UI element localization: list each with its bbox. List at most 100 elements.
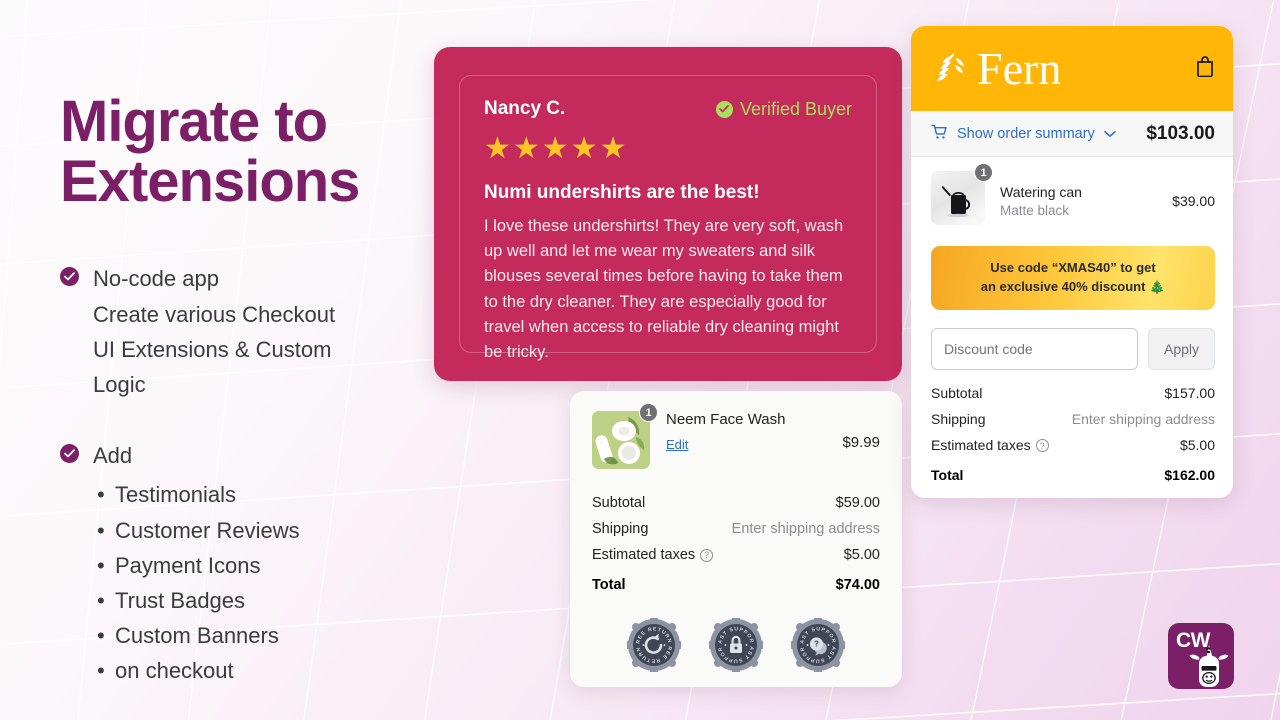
feature-item-add: Add Testimonials Customer Reviews Paymen…	[60, 438, 440, 689]
summary-label: Shipping	[931, 410, 986, 427]
apply-button[interactable]: Apply	[1148, 327, 1215, 370]
headline-line-2: Extensions	[60, 148, 360, 214]
testimonial-card: Nancy C. Verified Buyer ★★★★★ Numi under…	[434, 47, 902, 381]
total-value: $162.00	[1164, 466, 1215, 483]
show-order-summary-toggle[interactable]: Show order summary	[931, 124, 1116, 144]
left-content-column: Migrate to Extensions No-code app Create…	[60, 92, 440, 689]
summary-value: $59.00	[835, 495, 880, 511]
feature-1-line-3: UI Extensions & Custom	[93, 336, 332, 362]
summary-label: Estimated taxes	[592, 547, 696, 563]
testimonial-header: Nancy C. Verified Buyer	[484, 98, 852, 120]
product-info: Watering can Matte black	[1000, 184, 1157, 218]
check-circle-icon	[60, 267, 79, 287]
info-icon[interactable]: ?	[1035, 439, 1049, 453]
summary-label: Subtotal	[592, 495, 646, 511]
trust-badges-row: FREE RETURNS FREE RETURNS	[592, 614, 880, 675]
reviewer-name: Nancy C.	[484, 98, 566, 119]
feature-item-no-code-app: No-code app Create various Checkout UI E…	[60, 261, 440, 402]
cart-line-item: 1 Watering can Matte black $39.00	[931, 163, 1215, 230]
product-variant: Matte black	[1000, 202, 1070, 218]
check-circle-icon	[715, 100, 733, 118]
feature-2-text: Add Testimonials Customer Reviews Paymen…	[93, 438, 300, 689]
checkout-summary-card-neem: 1 Neem Face Wash Edit $9.99 Subtotal $59…	[570, 391, 902, 687]
feature-1-line-1: No-code app	[93, 266, 219, 292]
brand-logo[interactable]: Fern	[933, 42, 1062, 94]
summary-row-subtotal: Subtotal $59.00	[592, 490, 880, 516]
product-thumbnail-wrap: 1	[931, 163, 993, 230]
cw-logo: CW	[1168, 623, 1234, 689]
shopping-bag-icon[interactable]	[1195, 55, 1215, 82]
promo-banner: Use code “XMAS40” to get an exclusive 40…	[931, 246, 1215, 310]
status-badge: Verified Buyer	[715, 98, 852, 120]
fern-header: Fern	[911, 26, 1233, 111]
summary-row-taxes: Estimated taxes? $5.00	[592, 542, 880, 568]
summary-value: $157.00	[1164, 384, 1215, 401]
product-price: $9.99	[842, 434, 880, 451]
list-item-continuation: on checkout	[93, 653, 300, 688]
trust-badge-fast-support-chat: FAST SUPPORT FAST SUPPORT ?	[788, 614, 848, 675]
cart-icon	[931, 124, 948, 144]
info-icon[interactable]: ?	[700, 548, 714, 562]
discount-code-input[interactable]	[931, 327, 1138, 370]
fern-body: 1 Watering can Matte black $39.00 Use co…	[911, 157, 1233, 498]
chevron-down-icon	[1103, 126, 1116, 142]
order-total-amount: $103.00	[1146, 122, 1215, 144]
total-label: Total	[592, 577, 626, 593]
brand-name: Fern	[977, 42, 1062, 94]
fern-checkout-panel: Fern Show order summary $103.00 1 Wateri…	[911, 26, 1233, 498]
verified-buyer-label: Verified Buyer	[739, 98, 852, 119]
feature-2-sublist: Testimonials Customer Reviews Payment Ic…	[93, 477, 300, 688]
cart-line-item: 1 Neem Face Wash Edit $9.99	[592, 403, 880, 474]
promo-line-2: an exclusive 40% discount 🎄	[980, 278, 1166, 294]
order-summary-rows: Subtotal $157.00 Shipping Enter shipping…	[931, 380, 1215, 488]
summary-value: Enter shipping address	[1071, 410, 1215, 427]
list-item: Testimonials	[93, 477, 300, 512]
svg-text:?: ?	[814, 640, 819, 649]
trust-badge-fast-support-lock: FAST SUPPORT FAST SUPPORT	[706, 614, 766, 675]
promo-line-1: Use code “XMAS40” to get	[990, 260, 1156, 275]
feature-1-line-2: Create various Checkout	[93, 301, 336, 327]
summary-row-shipping: Shipping Enter shipping address	[592, 516, 880, 542]
product-name: Neem Face Wash	[666, 411, 786, 428]
discount-code-row: Apply	[931, 327, 1215, 370]
list-item: Custom Banners	[93, 618, 300, 653]
summary-row-total: Total $74.00	[592, 568, 880, 598]
product-price: $39.00	[1172, 192, 1215, 209]
summary-label: Subtotal	[931, 384, 983, 401]
product-name: Watering can	[1000, 183, 1082, 200]
summary-row-total: Total $162.00	[931, 458, 1215, 488]
feature-1-line-4: Logic	[93, 372, 146, 398]
total-value: $74.00	[835, 577, 880, 593]
star-rating: ★★★★★	[484, 132, 629, 165]
testimonial-inner-frame: Nancy C. Verified Buyer ★★★★★ Numi under…	[459, 75, 877, 361]
check-circle-icon	[60, 444, 79, 464]
summary-row-shipping: Shipping Enter shipping address	[931, 406, 1215, 432]
show-order-summary-label: Show order summary	[957, 125, 1095, 142]
trust-badge-free-returns: FREE RETURNS FREE RETURNS	[624, 614, 684, 675]
quantity-badge: 1	[974, 163, 993, 182]
quantity-badge: 1	[639, 403, 658, 422]
summary-row-taxes: Estimated taxes? $5.00	[931, 432, 1215, 458]
order-summary-rows: Subtotal $59.00 Shipping Enter shipping …	[592, 490, 880, 598]
review-title: Numi undershirts are the best!	[484, 182, 760, 203]
feature-2-title: Add	[93, 443, 133, 469]
summary-value: $5.00	[843, 547, 880, 563]
summary-label: Estimated taxes	[931, 436, 1031, 453]
list-item: Customer Reviews	[93, 513, 300, 548]
list-item: Trust Badges	[93, 583, 300, 618]
review-body: I love these undershirts! They are very …	[484, 217, 844, 362]
summary-label: Shipping	[592, 521, 649, 537]
summary-value: Enter shipping address	[731, 521, 880, 537]
list-item: Payment Icons	[93, 548, 300, 583]
feature-1-text: No-code app Create various Checkout UI E…	[93, 261, 335, 402]
product-thumbnail-wrap: 1	[592, 403, 658, 474]
fern-leaf-icon	[937, 52, 964, 81]
summary-value: $5.00	[1179, 436, 1215, 453]
show-order-summary-bar[interactable]: Show order summary $103.00	[911, 111, 1233, 157]
summary-row-subtotal: Subtotal $157.00	[931, 380, 1215, 406]
page-title: Migrate to Extensions	[60, 92, 440, 211]
headline-line-1: Migrate to	[60, 89, 328, 154]
edit-link[interactable]: Edit	[666, 437, 688, 452]
product-info: Neem Face Wash Edit	[666, 411, 826, 454]
total-label: Total	[931, 466, 964, 483]
